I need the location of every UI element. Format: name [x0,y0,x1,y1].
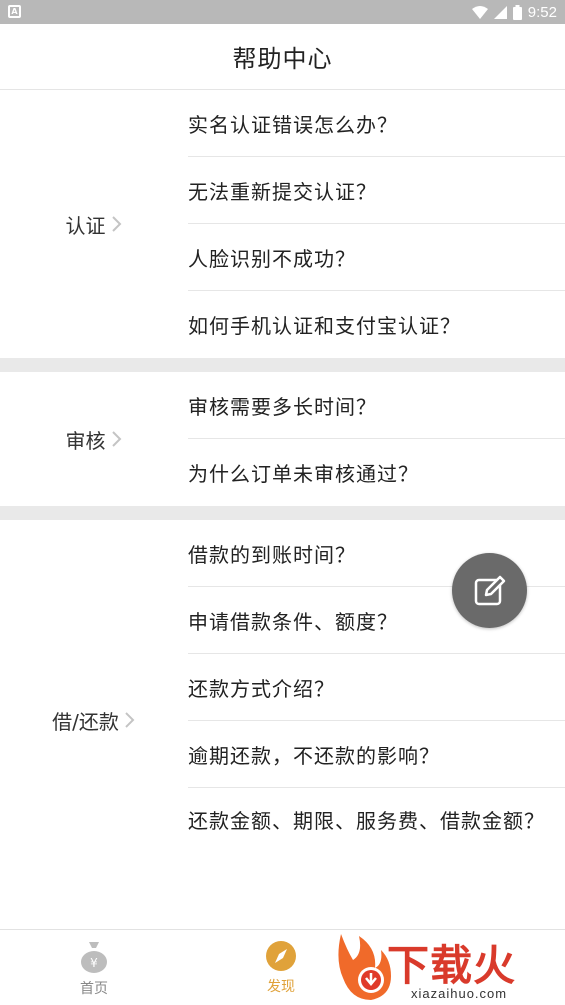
section-divider [0,358,565,372]
question-item[interactable]: 还款金额、期限、服务费、借款金额？ [188,788,565,920]
notification-icon: A [8,5,21,18]
section-label-verification[interactable]: 认证 [0,90,188,358]
battery-icon [512,4,522,20]
chevron-right-icon [125,712,135,728]
help-list: 认证 实名认证错误怎么办？ 无法重新提交认证？ 人脸识别不成功？ 如何手机认证和… [0,90,565,920]
money-bag-icon: ¥ [81,942,107,973]
chevron-right-icon [111,216,121,232]
signal-icon [493,5,507,19]
edit-icon [474,575,505,605]
chevron-right-icon [111,431,121,447]
tab-home-label: 首页 [80,981,108,997]
section-label-review[interactable]: 审核 [0,372,188,506]
status-bar: A 9:52 [0,0,565,24]
watermark-url: xiazaihuo.com [411,986,508,1001]
section-label-text: 借/还款 [52,709,119,734]
page-title: 帮助中心 [232,45,333,73]
section-label-text: 认证 [65,213,106,238]
question-item[interactable]: 还款方式介绍？ [188,654,565,721]
question-item[interactable]: 逾期还款，不还款的影响？ [188,721,565,788]
section-review: 审核 审核需要多长时间？ 为什么订单未审核通过？ [0,372,565,506]
compass-icon [266,941,296,971]
flame-logo-icon [338,934,391,1000]
tab-discover-label: 发现 [267,979,295,995]
clock: 9:52 [527,3,557,21]
watermark: 下载火 xiazaihuo.com [333,930,565,1005]
question-item[interactable]: 如何手机认证和支付宝认证？ [188,291,565,358]
watermark-text: 下载火 [387,941,517,990]
question-item[interactable]: 为什么订单未审核通过？ [188,439,565,506]
feedback-button[interactable] [452,553,527,628]
question-item[interactable]: 无法重新提交认证？ [188,157,565,224]
question-item[interactable]: 实名认证错误怎么办？ [188,90,565,157]
section-divider [0,506,565,520]
wifi-icon [471,5,488,19]
header: 帮助中心 [0,24,565,90]
section-verification: 认证 实名认证错误怎么办？ 无法重新提交认证？ 人脸识别不成功？ 如何手机认证和… [0,90,565,358]
tab-discover[interactable]: 发现 [221,930,341,1005]
svg-text:¥: ¥ [90,956,98,970]
question-item[interactable]: 审核需要多长时间？ [188,372,565,439]
section-label-loan[interactable]: 借/还款 [0,520,188,920]
tab-home[interactable]: ¥ 首页 [34,930,154,1005]
section-label-text: 审核 [65,428,106,453]
question-item[interactable]: 人脸识别不成功？ [188,224,565,291]
